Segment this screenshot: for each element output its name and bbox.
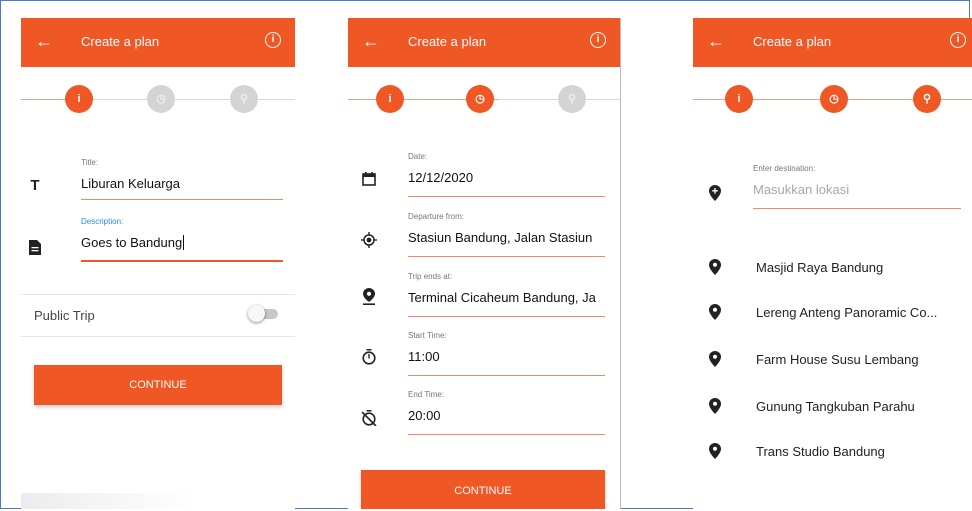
field-underline: [408, 375, 605, 376]
calendar-icon: [362, 172, 376, 186]
title-value: Liburan Keluarga: [81, 176, 181, 191]
place-name: Trans Studio Bandung: [756, 444, 885, 459]
screen-step-3: ← Create a plan i i ◷ ⚲ Enter destinatio…: [693, 18, 972, 509]
place-icon: [363, 288, 375, 305]
screen-step-2: ← Create a plan i i ◷ ⚲ Date: 12/12/2020…: [348, 18, 621, 509]
arrow-left-icon[interactable]: ←: [35, 31, 53, 51]
step-destination[interactable]: ⚲: [913, 85, 941, 113]
departure-label: Departure from:: [408, 212, 465, 221]
start-time-value: 11:00: [408, 349, 440, 364]
date-field[interactable]: Date: 12/12/2020: [408, 152, 605, 197]
end-time-value: 20:00: [408, 408, 441, 423]
app-bar-title: Create a plan: [753, 34, 832, 49]
list-item[interactable]: Gunung Tangkuban Parahu: [693, 397, 972, 417]
app-bar: ← Create a plan i: [348, 18, 620, 67]
destination-label: Enter destination:: [753, 164, 816, 173]
timer-icon: [362, 349, 376, 365]
info-icon[interactable]: i: [265, 32, 281, 48]
stepper: i ◷ ⚲: [348, 84, 620, 114]
continue-button[interactable]: CONTINUE: [34, 365, 282, 405]
app-bar-title: Create a plan: [408, 34, 487, 49]
title-label: Title:: [81, 158, 99, 167]
step-destination[interactable]: ⚲: [558, 85, 586, 113]
description-value: Goes to Bandung: [81, 229, 283, 250]
departure-value: Stasiun Bandung, Jalan Stasiun: [408, 230, 593, 245]
field-underline: [408, 434, 605, 435]
info-icon[interactable]: i: [950, 32, 966, 48]
stepper-line: [93, 99, 295, 100]
stepper-line: [21, 99, 66, 100]
date-label: Date:: [408, 152, 428, 161]
text-cursor: [183, 235, 185, 250]
step-schedule[interactable]: ◷: [820, 85, 848, 113]
field-underline: [81, 199, 283, 200]
step-schedule[interactable]: ◷: [147, 85, 175, 113]
toggle-knob: [248, 305, 265, 322]
step-details[interactable]: i: [725, 85, 753, 113]
stepper: i ◷ ⚲: [693, 84, 972, 114]
app-bar: ← Create a plan i: [693, 18, 972, 67]
bottom-shadow: [21, 493, 196, 509]
start-time-label: Start Time:: [408, 331, 447, 340]
app-bar: ← Create a plan i: [21, 18, 295, 67]
place-pin-icon: [709, 398, 721, 414]
misspelled-word: Bandung: [130, 235, 183, 250]
place-pin-icon: [709, 443, 721, 459]
step-details[interactable]: i: [376, 85, 404, 113]
divider: [21, 336, 295, 337]
description-label: Description:: [81, 217, 124, 226]
text-icon: T: [30, 177, 40, 194]
continue-button[interactable]: CONTINUE: [361, 470, 605, 509]
trip-end-label: Trip ends at:: [408, 272, 453, 281]
list-item[interactable]: Farm House Susu Lembang: [693, 350, 972, 370]
list-item[interactable]: Lereng Anteng Panoramic Co...: [693, 303, 972, 323]
start-time-field[interactable]: Start Time: 11:00: [408, 331, 605, 376]
arrow-left-icon[interactable]: ←: [707, 31, 725, 51]
place-name: Lereng Anteng Panoramic Co...: [756, 305, 938, 320]
info-icon[interactable]: i: [590, 32, 606, 48]
place-name: Farm House Susu Lembang: [756, 352, 919, 367]
trip-end-value: Terminal Cicaheum Bandung, Ja: [408, 290, 596, 305]
end-time-field[interactable]: End Time: 20:00: [408, 390, 605, 435]
place-pin-icon: [709, 351, 721, 367]
field-underline-focused: [81, 260, 283, 262]
trip-end-field[interactable]: Trip ends at: Terminal Cicaheum Bandung,…: [408, 272, 605, 317]
divider: [21, 294, 295, 295]
departure-field[interactable]: Departure from: Stasiun Bandung, Jalan S…: [408, 212, 605, 257]
place-name: Masjid Raya Bandung: [756, 260, 884, 275]
public-trip-toggle[interactable]: [248, 305, 278, 322]
title-field[interactable]: Title: Liburan Keluarga: [81, 158, 283, 200]
end-time-label: End Time:: [408, 390, 445, 399]
description-text: Goes to: [81, 235, 131, 250]
public-trip-label: Public Trip: [34, 308, 95, 323]
step-details[interactable]: i: [65, 85, 93, 113]
place-pin-icon: [709, 304, 721, 320]
app-bar-title: Create a plan: [81, 34, 160, 49]
add-location-icon: [709, 185, 721, 201]
place-name: Gunung Tangkuban Parahu: [756, 399, 915, 414]
field-underline: [408, 316, 605, 317]
destination-field[interactable]: Enter destination: Masukkan lokasi: [753, 164, 961, 209]
place-pin-icon: [709, 259, 721, 275]
field-underline: [408, 256, 605, 257]
stepper: i ◷ ⚲: [21, 84, 295, 114]
field-underline: [753, 208, 961, 209]
gps-icon: [361, 232, 377, 248]
list-item[interactable]: Masjid Raya Bandung: [693, 258, 972, 278]
date-value: 12/12/2020: [408, 170, 474, 185]
field-underline: [408, 196, 605, 197]
step-destination[interactable]: ⚲: [230, 85, 258, 113]
timer-off-icon: [361, 410, 377, 426]
list-item[interactable]: Trans Studio Bandung: [693, 442, 972, 462]
arrow-left-icon[interactable]: ←: [362, 31, 380, 51]
screen-step-1: ← Create a plan i i ◷ ⚲ T Title: Liburan…: [21, 18, 295, 509]
description-field[interactable]: Description: Goes to Bandung: [81, 217, 283, 262]
step-schedule[interactable]: ◷: [466, 85, 494, 113]
document-icon: [29, 240, 41, 255]
destination-input[interactable]: Masukkan lokasi: [753, 176, 961, 197]
